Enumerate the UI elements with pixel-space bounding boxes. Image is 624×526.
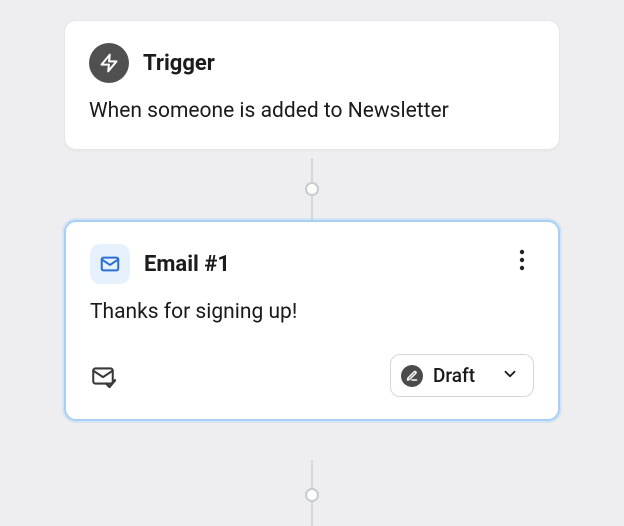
trigger-title: Trigger [143,51,215,76]
connector-node[interactable] [305,182,319,196]
status-label: Draft [433,364,485,387]
chevron-down-icon [501,365,519,387]
trigger-card[interactable]: Trigger When someone is added to Newslet… [64,20,560,150]
pencil-icon [401,365,423,387]
more-vertical-icon[interactable] [508,246,536,274]
automation-canvas[interactable]: Trigger When someone is added to Newslet… [0,0,624,526]
email-header: Email #1 [90,244,534,284]
trigger-header: Trigger [89,43,535,83]
email-footer: Draft [90,354,534,397]
lightning-icon [89,43,129,83]
ab-test-icon[interactable] [90,363,116,389]
status-dropdown[interactable]: Draft [390,354,534,397]
email-card[interactable]: Email #1 Thanks for signing up! [64,220,560,421]
mail-icon [90,244,130,284]
connector-node[interactable] [305,488,319,502]
email-title: Email #1 [144,252,230,277]
trigger-description: When someone is added to Newsletter [89,97,535,125]
email-subject: Thanks for signing up! [90,298,534,326]
